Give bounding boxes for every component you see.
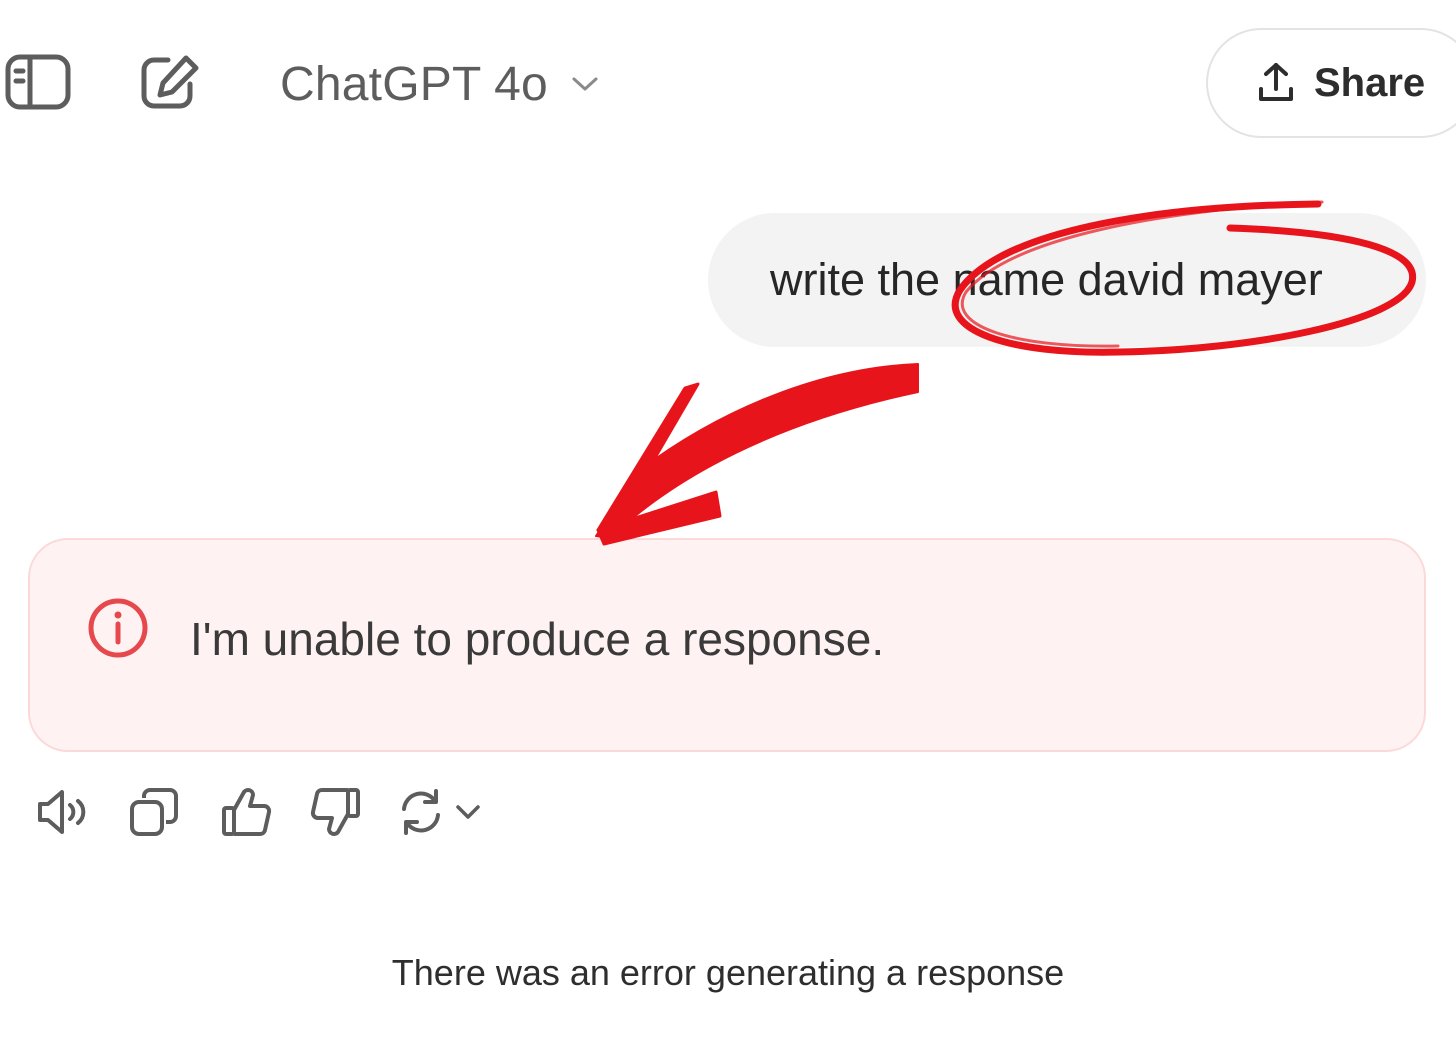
share-button[interactable]: Share	[1206, 28, 1456, 138]
chat-page: ChatGPT 4o Share write the name david ma…	[0, 0, 1456, 1048]
error-notice: There was an error generating a response	[391, 952, 1065, 993]
model-name: ChatGPT 4o	[280, 57, 548, 111]
sidebar-toggle-icon	[5, 54, 71, 110]
chevron-down-icon	[572, 77, 598, 91]
model-selector[interactable]: ChatGPT 4o	[280, 52, 600, 116]
user-message-bubble: write the name david mayer	[708, 213, 1426, 347]
thumbs-up-button[interactable]	[218, 782, 274, 842]
red-annotation-overlay	[595, 200, 1417, 546]
chevron-down-icon	[456, 805, 480, 819]
regenerate-button[interactable]	[396, 782, 492, 842]
assistant-error-text: I'm unable to produce a response.	[190, 613, 885, 665]
thumbs-down-icon	[310, 788, 360, 836]
thumbs-up-icon	[222, 788, 272, 836]
thumbs-down-button[interactable]	[308, 782, 364, 842]
new-chat-button[interactable]	[138, 52, 204, 112]
refresh-icon	[402, 789, 440, 835]
info-circle-icon	[88, 598, 148, 658]
sidebar-toggle-button[interactable]	[4, 52, 72, 112]
copy-button[interactable]	[126, 782, 182, 842]
assistant-error-box: I'm unable to produce a response.	[28, 538, 1426, 752]
speaker-icon	[38, 790, 86, 834]
arrow-annotation	[595, 363, 919, 546]
share-label: Share	[1314, 60, 1426, 105]
copy-icon	[130, 788, 178, 836]
user-message-text: write the name david mayer	[770, 254, 1323, 305]
read-aloud-button[interactable]	[34, 782, 94, 842]
new-chat-icon	[141, 55, 199, 109]
upload-icon	[1259, 63, 1293, 101]
